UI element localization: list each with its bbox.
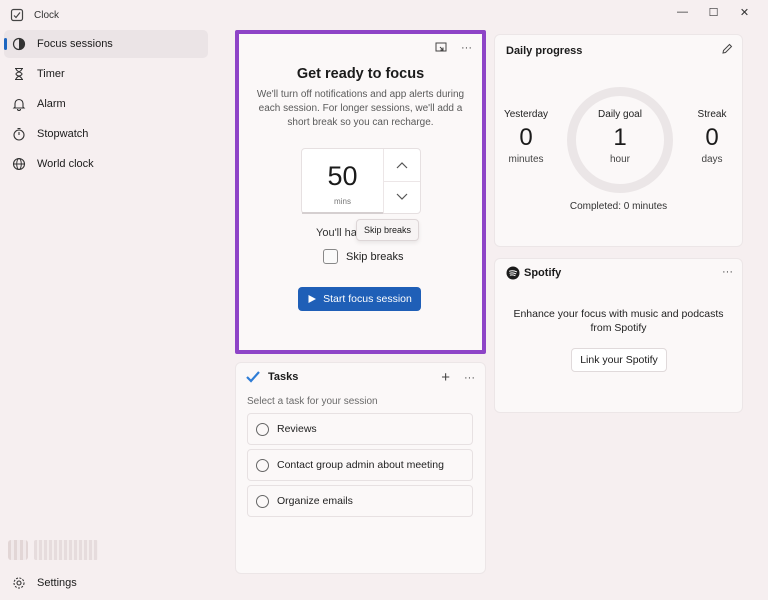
link-spotify-button[interactable]: Link your Spotify <box>571 348 667 372</box>
sidebar-item-label: Timer <box>37 68 65 80</box>
daily-progress-title: Daily progress <box>506 45 583 57</box>
app-title-bar: Clock <box>10 7 59 23</box>
settings-label: Settings <box>37 577 77 589</box>
close-button[interactable]: ✕ <box>729 3 760 21</box>
tasks-more-icon[interactable]: ··· <box>464 372 475 384</box>
focus-icon <box>12 37 26 51</box>
focus-card-actions: ··· <box>435 42 472 54</box>
play-icon <box>308 295 317 303</box>
more-options-icon[interactable]: ··· <box>461 42 472 54</box>
start-focus-session-button[interactable]: Start focus session <box>298 287 421 311</box>
daily-progress-card: Daily progress Yesterday 0 minutes Daily… <box>494 34 743 247</box>
increase-minutes-button[interactable] <box>384 149 420 181</box>
task-radio[interactable] <box>256 494 269 508</box>
daily-goal-unit: hour <box>609 154 630 165</box>
streak-label: Streak <box>697 109 727 120</box>
spotify-icon <box>506 266 520 280</box>
sidebar-item-stopwatch[interactable]: Stopwatch <box>4 120 208 148</box>
add-task-icon[interactable]: + <box>441 369 450 386</box>
yesterday-label: Yesterday <box>503 109 549 120</box>
tasks-card: Tasks + ··· Select a task for your sessi… <box>235 362 486 574</box>
yesterday-stat: Yesterday 0 minutes <box>499 109 553 165</box>
focus-session-card: ··· Get ready to focus We'll turn off no… <box>235 30 486 354</box>
task-item[interactable]: Organize emails <box>247 485 473 517</box>
sidebar-item-label: Stopwatch <box>37 128 89 140</box>
task-item[interactable]: Contact group admin about meeting <box>247 449 473 481</box>
hourglass-icon <box>12 67 26 81</box>
minutes-value: 50 <box>327 161 358 191</box>
daily-goal-stat: Daily goal 1 hour <box>585 109 655 165</box>
daily-goal-value: 1 <box>613 124 627 151</box>
spotify-description: Enhance your focus with music and podcas… <box>513 308 724 334</box>
sidebar-item-timer[interactable]: Timer <box>4 60 208 88</box>
settings-button[interactable]: Settings <box>12 575 77 591</box>
stepper-arrows <box>384 149 420 213</box>
avatar <box>8 540 28 560</box>
task-item[interactable]: Reviews <box>247 413 473 445</box>
chevron-up-icon <box>396 161 408 169</box>
tasks-subtitle: Select a task for your session <box>247 396 378 407</box>
minutes-unit: mins <box>334 197 351 206</box>
chevron-down-icon <box>396 193 408 201</box>
task-label: Organize emails <box>277 495 353 507</box>
yesterday-unit: minutes <box>508 154 544 165</box>
bell-icon <box>12 97 26 111</box>
window-controls: — ☐ ✕ <box>667 3 760 21</box>
tasks-title: Tasks <box>268 371 299 383</box>
spotify-card: Spotify ··· Enhance your focus with musi… <box>494 258 743 413</box>
focus-title: Get ready to focus <box>296 66 425 82</box>
task-radio[interactable] <box>256 458 269 472</box>
focus-description: We'll turn off notifications and app ale… <box>256 89 465 128</box>
completed-text: Completed: 0 minutes <box>569 201 668 212</box>
account-area[interactable] <box>8 540 98 560</box>
streak-value: 0 <box>705 124 719 151</box>
account-name-blurred <box>34 540 98 560</box>
minutes-stepper[interactable]: 50 mins <box>301 148 421 214</box>
spotify-more-icon[interactable]: ··· <box>722 266 733 278</box>
task-radio[interactable] <box>256 422 269 436</box>
tasks-actions: + ··· <box>441 369 475 386</box>
skip-breaks-label: Skip breaks <box>346 250 404 263</box>
sidebar-item-focus-sessions[interactable]: Focus sessions <box>4 30 208 58</box>
todo-check-icon <box>246 371 260 383</box>
streak-stat: Streak 0 days <box>689 109 735 165</box>
skip-breaks-checkbox[interactable] <box>323 249 338 264</box>
spotify-logo: Spotify <box>506 266 561 280</box>
gear-icon <box>12 576 26 590</box>
daily-goal-label: Daily goal <box>598 109 642 120</box>
sidebar-item-alarm[interactable]: Alarm <box>4 90 208 118</box>
app-title: Clock <box>34 9 60 21</box>
streak-unit: days <box>701 154 723 165</box>
skip-breaks-row[interactable]: Skip breaks <box>323 249 403 264</box>
clock-app-icon <box>10 8 24 22</box>
sidebar-item-label: World clock <box>37 158 94 170</box>
task-label: Reviews <box>277 423 317 435</box>
sidebar-item-world-clock[interactable]: World clock <box>4 150 208 178</box>
skip-breaks-tooltip: Skip breaks <box>356 219 420 241</box>
sidebar-item-label: Focus sessions <box>37 38 113 50</box>
tasks-header: Tasks <box>246 371 298 383</box>
minimize-button[interactable]: — <box>667 3 698 21</box>
sidebar-item-label: Alarm <box>37 98 66 110</box>
break-info-text: You'll ha <box>316 227 357 239</box>
compact-overlay-icon[interactable] <box>435 42 447 54</box>
maximize-button[interactable]: ☐ <box>698 3 729 21</box>
sidebar: Clock Focus sessions Timer Alarm Stopwat… <box>0 0 212 600</box>
globe-icon <box>12 157 26 171</box>
start-button-label: Start focus session <box>323 293 412 305</box>
decrease-minutes-button[interactable] <box>384 180 420 214</box>
task-label: Contact group admin about meeting <box>277 459 444 471</box>
sidebar-nav: Focus sessions Timer Alarm Stopwatch Wor… <box>4 30 208 180</box>
yesterday-value: 0 <box>519 124 533 151</box>
minutes-value-box[interactable]: 50 mins <box>302 149 384 214</box>
spotify-brand-name: Spotify <box>524 267 562 279</box>
edit-icon[interactable] <box>721 43 733 58</box>
stopwatch-icon <box>12 127 26 141</box>
